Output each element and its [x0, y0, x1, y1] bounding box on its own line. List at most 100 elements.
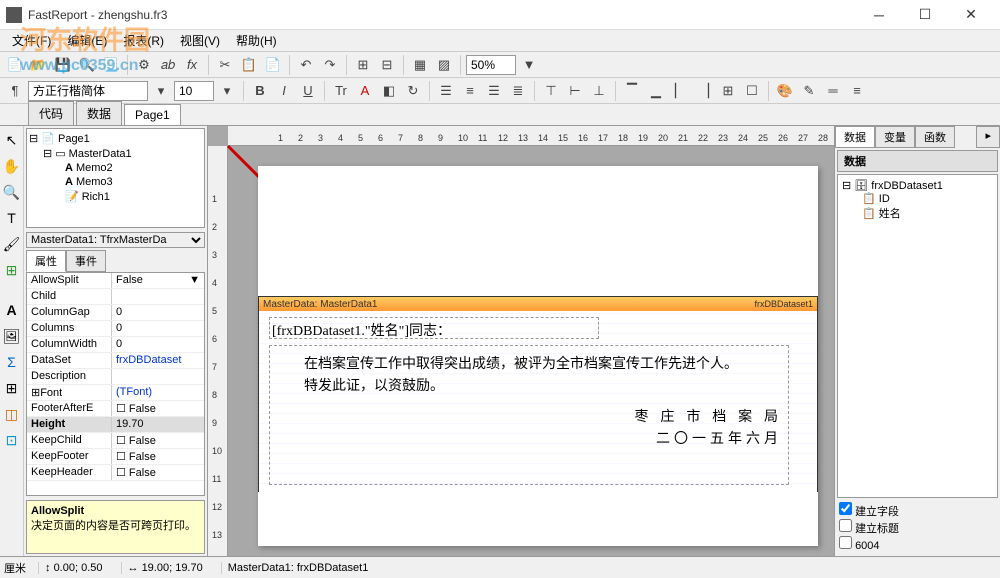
- new-icon[interactable]: 📄: [4, 54, 26, 76]
- align-center-icon[interactable]: ≡: [459, 80, 481, 102]
- page-icon[interactable]: 📃: [100, 54, 122, 76]
- valign-middle-icon[interactable]: ⊢: [564, 80, 586, 102]
- font-select[interactable]: [28, 81, 148, 101]
- prop-row[interactable]: Height19.70: [27, 417, 204, 433]
- prop-row[interactable]: Columns0: [27, 321, 204, 337]
- tab-page1[interactable]: Page1: [124, 104, 181, 125]
- border-top-icon[interactable]: ▔: [621, 80, 643, 102]
- design-canvas[interactable]: 1234567891011121314151617181920212223242…: [208, 126, 834, 556]
- hand-tool-icon[interactable]: ✋: [2, 156, 22, 176]
- fill-color-icon[interactable]: 🎨: [774, 80, 796, 102]
- undo-icon[interactable]: ↶: [295, 54, 317, 76]
- ungroup-icon[interactable]: ⊟: [376, 54, 398, 76]
- draw-tool-icon[interactable]: ◫: [2, 404, 22, 424]
- tab-code[interactable]: 代码: [28, 101, 74, 125]
- rtab-more-icon[interactable]: ▸: [976, 126, 1000, 148]
- size-dropdown-icon[interactable]: ▾: [216, 80, 238, 102]
- prop-row[interactable]: ColumnWidth0: [27, 337, 204, 353]
- font-dropdown-icon[interactable]: ▾: [150, 80, 172, 102]
- prop-row[interactable]: ⊞Font(TFont): [27, 385, 204, 401]
- prop-row[interactable]: Description: [27, 369, 204, 385]
- border-style-icon[interactable]: ═: [822, 80, 844, 102]
- rotate-icon[interactable]: ↻: [402, 80, 424, 102]
- report-page[interactable]: MasterData: MasterData1 frxDBDataset1 [f…: [258, 166, 818, 546]
- border-bottom-icon[interactable]: ▁: [645, 80, 667, 102]
- zoom-dropdown-icon[interactable]: ▼: [518, 54, 540, 76]
- size-input[interactable]: [174, 81, 214, 101]
- system-tool-icon[interactable]: ⊞: [2, 378, 22, 398]
- chk-create-title[interactable]: 建立标题: [839, 519, 996, 536]
- paste-icon[interactable]: 📄: [262, 54, 284, 76]
- rtab-vars[interactable]: 变量: [875, 126, 915, 148]
- tab-data[interactable]: 数据: [76, 101, 122, 125]
- rtab-data[interactable]: 数据: [835, 126, 875, 148]
- masterdata-band[interactable]: MasterData: MasterData1 frxDBDataset1 [f…: [258, 296, 818, 492]
- border-all-icon[interactable]: ⊞: [717, 80, 739, 102]
- report-tree[interactable]: ⊟ 📄 Page1 ⊟ ▭ MasterData1 A Memo2 A Memo…: [26, 128, 205, 228]
- prop-row[interactable]: DataSetfrxDBDataset: [27, 353, 204, 369]
- valign-bottom-icon[interactable]: ⊥: [588, 80, 610, 102]
- align-left-icon[interactable]: ☰: [435, 80, 457, 102]
- prop-row[interactable]: KeepFooter☐ False: [27, 449, 204, 465]
- border-left-icon[interactable]: ▏: [669, 80, 691, 102]
- page-settings-icon[interactable]: ⚙: [133, 54, 155, 76]
- bold-icon[interactable]: B: [249, 80, 271, 102]
- border-width-icon[interactable]: ≡: [846, 80, 868, 102]
- data-tree[interactable]: ⊟ 🗄 frxDBDataset1 📋 ID 📋 姓名: [837, 174, 998, 498]
- bring-front-icon[interactable]: ▦: [409, 54, 431, 76]
- border-right-icon[interactable]: ▕: [693, 80, 715, 102]
- vars-icon[interactable]: 𝑎𝑏: [157, 54, 179, 76]
- font-color-icon[interactable]: A: [354, 80, 376, 102]
- property-grid[interactable]: AllowSplitFalse ▼ChildColumnGap0Columns0…: [26, 272, 205, 496]
- open-icon[interactable]: 📂: [28, 54, 50, 76]
- maximize-button[interactable]: ☐: [902, 0, 948, 30]
- zoom-tool-icon[interactable]: 🔍: [2, 182, 22, 202]
- style-icon[interactable]: ¶: [4, 80, 26, 102]
- memo-tool-icon[interactable]: A: [2, 300, 22, 320]
- object-selector[interactable]: MasterData1: TfrxMasterDa: [26, 232, 205, 248]
- save-icon[interactable]: 💾: [52, 54, 74, 76]
- prop-row[interactable]: KeepHeader☐ False: [27, 465, 204, 481]
- prop-row[interactable]: ColumnGap0: [27, 305, 204, 321]
- border-none-icon[interactable]: ☐: [741, 80, 763, 102]
- chk-create-fields[interactable]: 建立字段: [839, 502, 996, 519]
- chk-count[interactable]: 6004: [839, 536, 996, 552]
- border-color-icon[interactable]: ✎: [798, 80, 820, 102]
- rtab-funcs[interactable]: 函数: [915, 126, 955, 148]
- subreport-tool-icon[interactable]: Σ: [2, 352, 22, 372]
- valign-top-icon[interactable]: ⊤: [540, 80, 562, 102]
- zoom-input[interactable]: [466, 55, 516, 75]
- send-back-icon[interactable]: ▨: [433, 54, 455, 76]
- group-icon[interactable]: ⊞: [352, 54, 374, 76]
- menu-help[interactable]: 帮助(H): [228, 30, 285, 51]
- copy-icon[interactable]: 📋: [238, 54, 260, 76]
- font-settings-icon[interactable]: Tr: [330, 80, 352, 102]
- highlight-icon[interactable]: ◧: [378, 80, 400, 102]
- menu-edit[interactable]: 编辑(E): [59, 30, 115, 51]
- align-right-icon[interactable]: ☰: [483, 80, 505, 102]
- events-tab[interactable]: 事件: [66, 250, 106, 272]
- underline-icon[interactable]: U: [297, 80, 319, 102]
- preview-icon[interactable]: 🔍: [76, 54, 98, 76]
- select-tool-icon[interactable]: ↖: [2, 130, 22, 150]
- function-icon[interactable]: fx: [181, 54, 203, 76]
- menu-file[interactable]: 文件(F): [4, 30, 59, 51]
- align-justify-icon[interactable]: ≣: [507, 80, 529, 102]
- menu-view[interactable]: 视图(V): [172, 30, 228, 51]
- prop-row[interactable]: Child: [27, 289, 204, 305]
- format-tool-icon[interactable]: 🖌: [2, 234, 22, 254]
- italic-icon[interactable]: I: [273, 80, 295, 102]
- text-tool-icon[interactable]: T: [2, 208, 22, 228]
- picture-tool-icon[interactable]: 🖼: [2, 326, 22, 346]
- memo-greeting[interactable]: [frxDBDataset1."姓名"]同志：: [269, 317, 599, 339]
- prop-row[interactable]: KeepChild☐ False: [27, 433, 204, 449]
- band-tool-icon[interactable]: ⊞: [2, 260, 22, 280]
- rich-body[interactable]: 在档案宣传工作中取得突出成绩，被评为全市档案宣传工作先进个人。 特发此证，以资鼓…: [269, 345, 789, 485]
- other-tool-icon[interactable]: ⊡: [2, 430, 22, 450]
- cut-icon[interactable]: ✂: [214, 54, 236, 76]
- prop-row[interactable]: AllowSplitFalse ▼: [27, 273, 204, 289]
- minimize-button[interactable]: ─: [856, 0, 902, 30]
- menu-report[interactable]: 报表(R): [115, 30, 172, 51]
- band-header[interactable]: MasterData: MasterData1 frxDBDataset1: [259, 297, 817, 311]
- redo-icon[interactable]: ↷: [319, 54, 341, 76]
